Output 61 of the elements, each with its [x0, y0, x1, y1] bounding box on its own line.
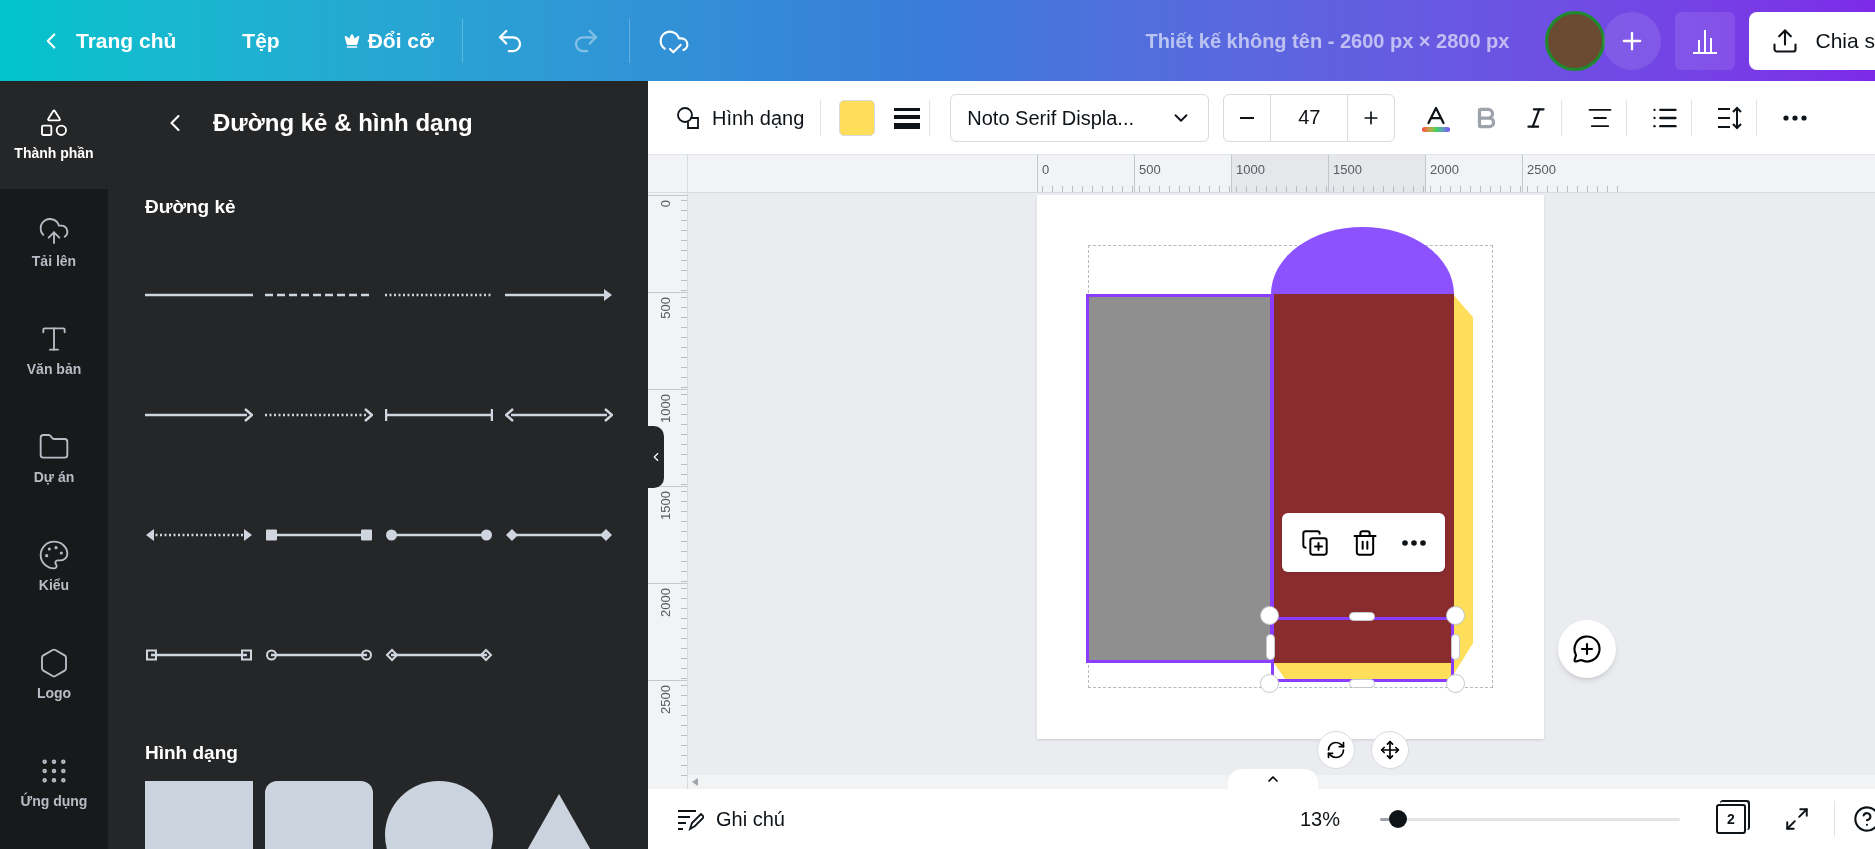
- ruler-label: 2500: [657, 685, 674, 714]
- hexagon-icon: [38, 646, 70, 679]
- move-icon: [1380, 740, 1400, 760]
- ruler-label: 2500: [1527, 161, 1556, 179]
- open-arrow-line-icon[interactable]: [145, 407, 253, 423]
- ruler-label: 1500: [657, 491, 674, 520]
- font-size-input[interactable]: 47: [1271, 93, 1348, 142]
- analytics-button[interactable]: [1675, 11, 1736, 70]
- circle-ends-line-icon[interactable]: [385, 527, 493, 543]
- section-heading: Đường kẻ: [145, 195, 236, 219]
- sidebar-item[interactable]: Thành phần: [0, 81, 108, 189]
- move-button[interactable]: [1371, 731, 1409, 769]
- section-heading: Hình dạng: [145, 741, 238, 765]
- diamond-outline-ends-line-icon[interactable]: [385, 647, 493, 663]
- dotted-double-arrow-line-icon[interactable]: [145, 527, 253, 543]
- ruler-label: 500: [1139, 161, 1161, 179]
- rotate-icon: [1326, 740, 1346, 760]
- comment-plus-icon: [1572, 634, 1602, 664]
- zoom-slider[interactable]: [1380, 809, 1680, 829]
- ruler-label: 0: [1042, 161, 1050, 179]
- ruler-label: 0: [657, 200, 674, 208]
- palette-icon: [38, 538, 70, 571]
- square-ends-line-icon[interactable]: [265, 527, 373, 543]
- bar-ends-line-icon[interactable]: [385, 407, 493, 423]
- bar-chart-icon: [1691, 27, 1720, 54]
- font-dropdown[interactable]: Noto Serif Displa...: [950, 93, 1210, 142]
- more-button[interactable]: [1401, 539, 1426, 546]
- add-comment-button[interactable]: [1558, 620, 1616, 678]
- ruler-label: 2000: [1430, 161, 1459, 179]
- ruler-label: 2000: [657, 588, 674, 617]
- slider-thumb[interactable]: [1389, 810, 1407, 828]
- ellipsis-icon: [1401, 539, 1426, 546]
- notes-button[interactable]: Ghi chú: [668, 796, 793, 842]
- copy-plus-icon: [1301, 528, 1330, 557]
- minus-icon: [1240, 116, 1255, 119]
- share-button[interactable]: Chia s: [1749, 11, 1875, 70]
- diamond-ends-line-icon[interactable]: [505, 527, 613, 543]
- ruler-label: 1000: [657, 394, 674, 423]
- circle-outline-ends-line-icon[interactable]: [265, 647, 373, 663]
- ellipsis-icon: [1783, 114, 1808, 121]
- border-style-icon[interactable]: [893, 105, 922, 130]
- ruler-label: 1500: [1333, 161, 1362, 179]
- rotate-button[interactable]: [1317, 731, 1355, 769]
- ruler-label: 500: [657, 297, 674, 319]
- panel-title: Đường kẻ & hình dạng: [213, 108, 473, 138]
- duplicate-button[interactable]: [1301, 528, 1330, 557]
- selection-box[interactable]: [1260, 606, 1465, 693]
- expand-icon: [1784, 806, 1810, 832]
- help-icon[interactable]: [1853, 805, 1875, 833]
- notes-icon: [676, 807, 704, 831]
- double-arrow-line-icon[interactable]: [505, 407, 613, 423]
- shapes-icon: [676, 105, 700, 130]
- fill-color-swatch[interactable]: [839, 99, 876, 136]
- shape-type-button[interactable]: Hình dạng: [668, 94, 813, 141]
- ruler-label: 1000: [1236, 161, 1265, 179]
- arrow-line-icon[interactable]: [505, 287, 613, 303]
- square-outline-ends-line-icon[interactable]: [145, 647, 253, 663]
- zoom-percentage[interactable]: 13%: [1299, 804, 1340, 834]
- collapse-panel-tab[interactable]: [648, 426, 664, 488]
- crown-icon: [343, 32, 360, 49]
- dotted-arrow-line-icon[interactable]: [265, 407, 373, 423]
